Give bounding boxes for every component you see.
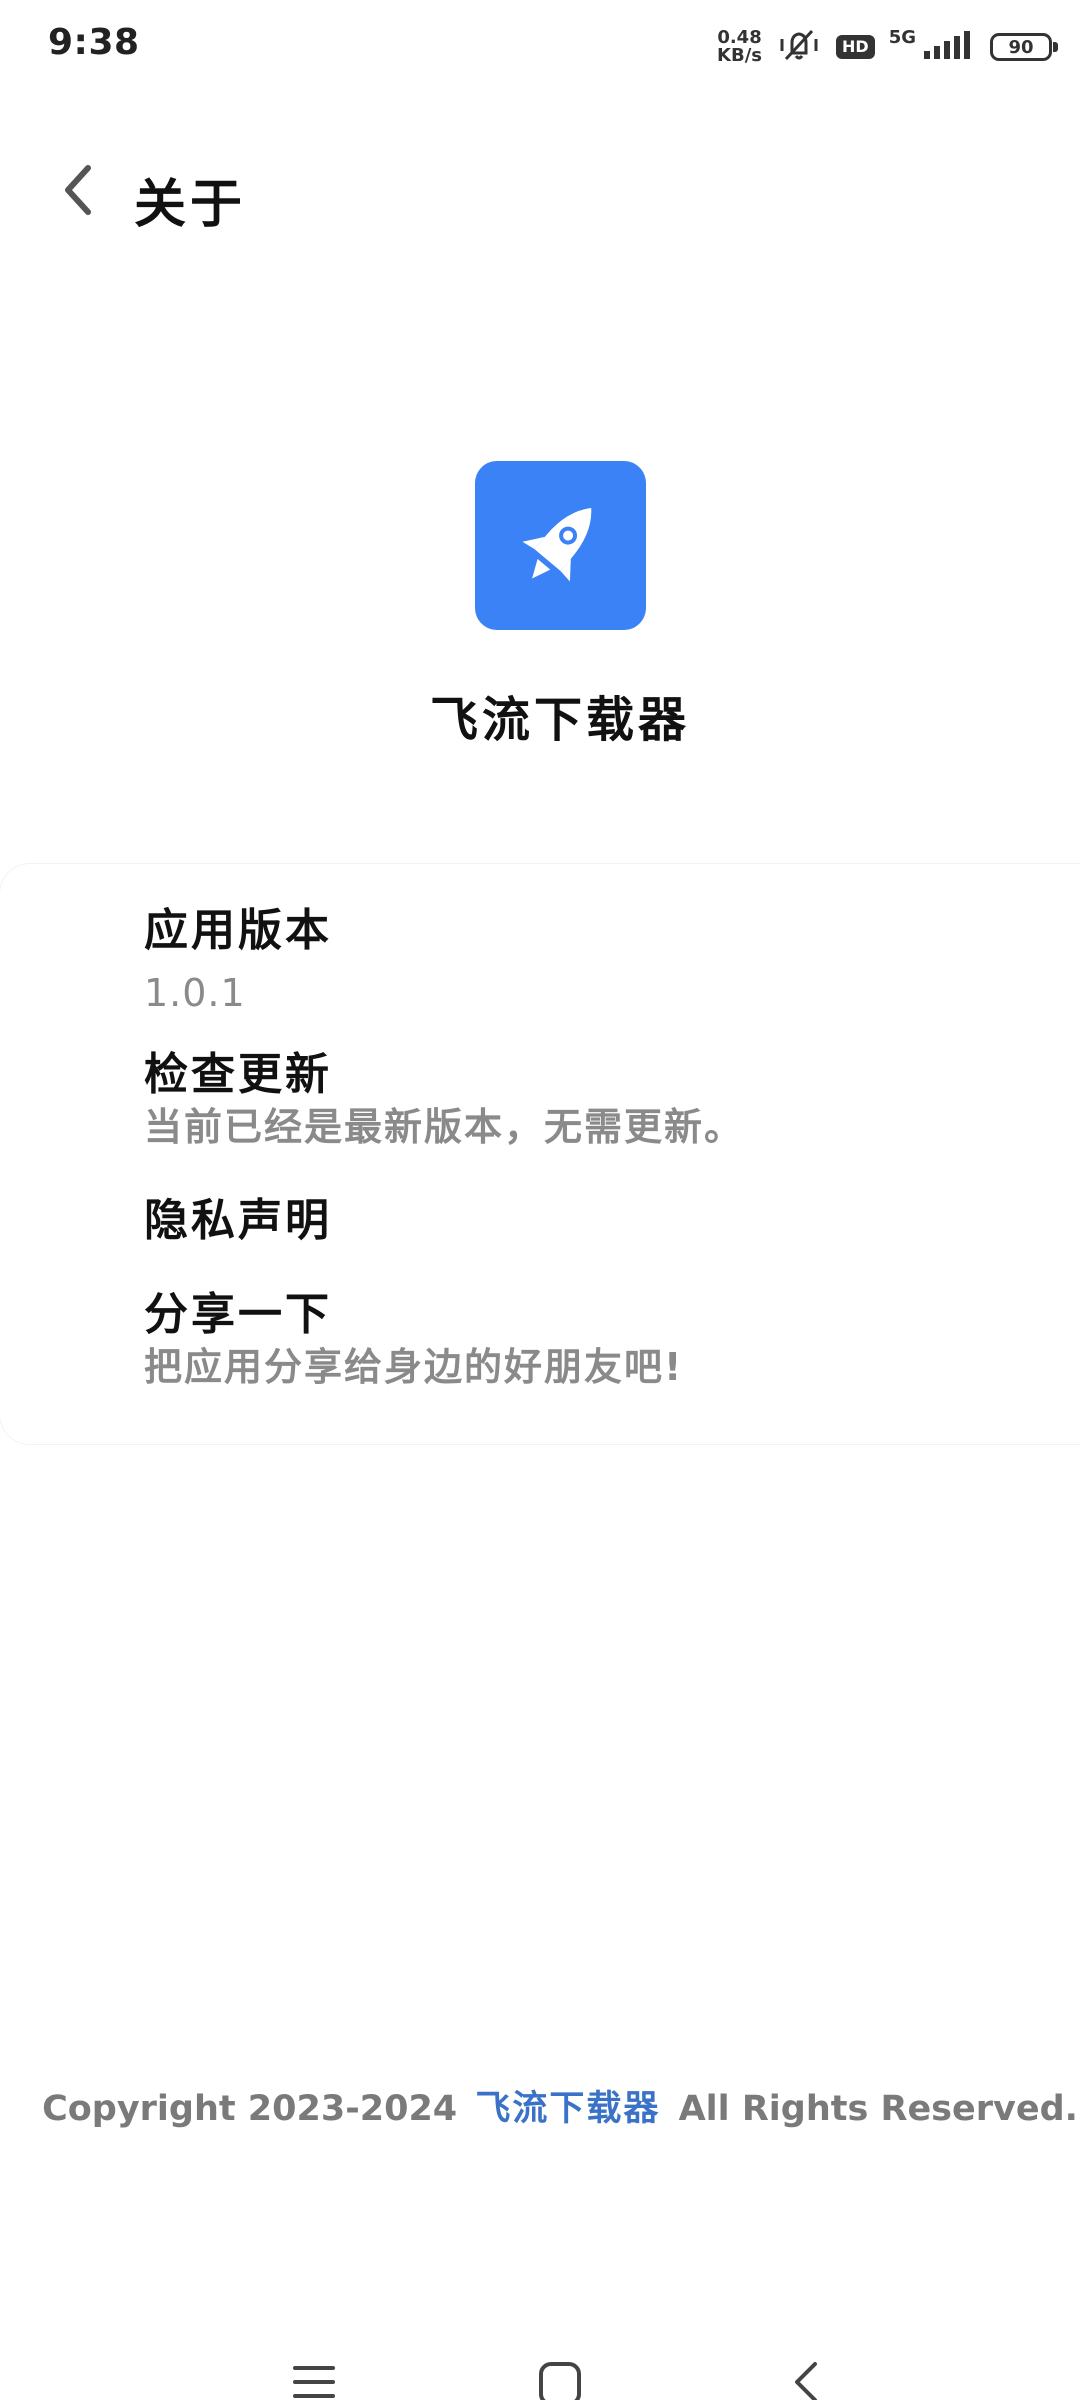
signal-bars-icon [922, 29, 976, 65]
battery-level: 90 [1008, 36, 1034, 58]
chevron-left-icon [58, 162, 98, 222]
battery-icon: 90 [990, 33, 1058, 61]
back-chevron-icon [783, 2358, 829, 2404]
network-speed-unit: KB/s [717, 45, 763, 66]
status-bar: 9:38 0.48 KB/s HD 5G 90 [0, 0, 1080, 92]
copyright-prefix: Copyright 2023-2024 [42, 2089, 458, 2129]
hd-badge: HD [836, 35, 875, 59]
item-title: 应用版本 [144, 905, 332, 956]
menu-icon [291, 2358, 337, 2404]
home-square-icon [537, 2358, 583, 2404]
item-subtitle: 1.0.1 [144, 971, 246, 1015]
copyright-text: Copyright 2023-2024 飞流下载器 All Rights Res… [0, 2080, 1080, 2131]
status-time: 9:38 [48, 22, 140, 63]
app-logo [475, 461, 646, 630]
app-name: 飞流下载器 [429, 692, 690, 748]
copyright-brand: 飞流下载器 [475, 2089, 661, 2129]
info-card: 应用版本 1.0.1 检查更新 当前已经是最新版本，无需更新。 隐私声明 分享一… [0, 864, 1080, 1444]
item-subtitle: 当前已经是最新版本，无需更新。 [144, 1105, 745, 1149]
navigation-bar [0, 2330, 1080, 2404]
network-type: 5G [888, 27, 916, 48]
cellular-signal: 5G [888, 27, 976, 65]
rocket-icon [506, 489, 616, 603]
copyright-suffix: All Rights Reserved. [678, 2089, 1078, 2129]
app-version-item[interactable]: 应用版本 1.0.1 [144, 904, 332, 1018]
privacy-statement-item[interactable]: 隐私声明 [144, 1194, 332, 1248]
page-title: 关于 [134, 175, 247, 235]
check-update-item[interactable]: 检查更新 当前已经是最新版本，无需更新。 [144, 1048, 744, 1152]
item-title: 隐私声明 [144, 1195, 332, 1246]
nav-menu-button[interactable] [284, 2358, 344, 2400]
nav-back-button[interactable] [776, 2358, 836, 2402]
share-item[interactable]: 分享一下 把应用分享给身边的好朋友吧! [144, 1288, 683, 1392]
item-subtitle: 把应用分享给身边的好朋友吧! [144, 1345, 684, 1389]
item-title: 分享一下 [144, 1289, 332, 1340]
item-title: 检查更新 [144, 1049, 332, 1100]
mute-vibrate-icon [776, 25, 822, 69]
back-button[interactable] [48, 162, 108, 222]
nav-home-button[interactable] [530, 2358, 590, 2404]
status-icons: 0.48 KB/s HD 5G 90 [717, 24, 1058, 70]
header: 关于 [0, 148, 1080, 238]
network-speed: 0.48 KB/s [717, 29, 762, 65]
